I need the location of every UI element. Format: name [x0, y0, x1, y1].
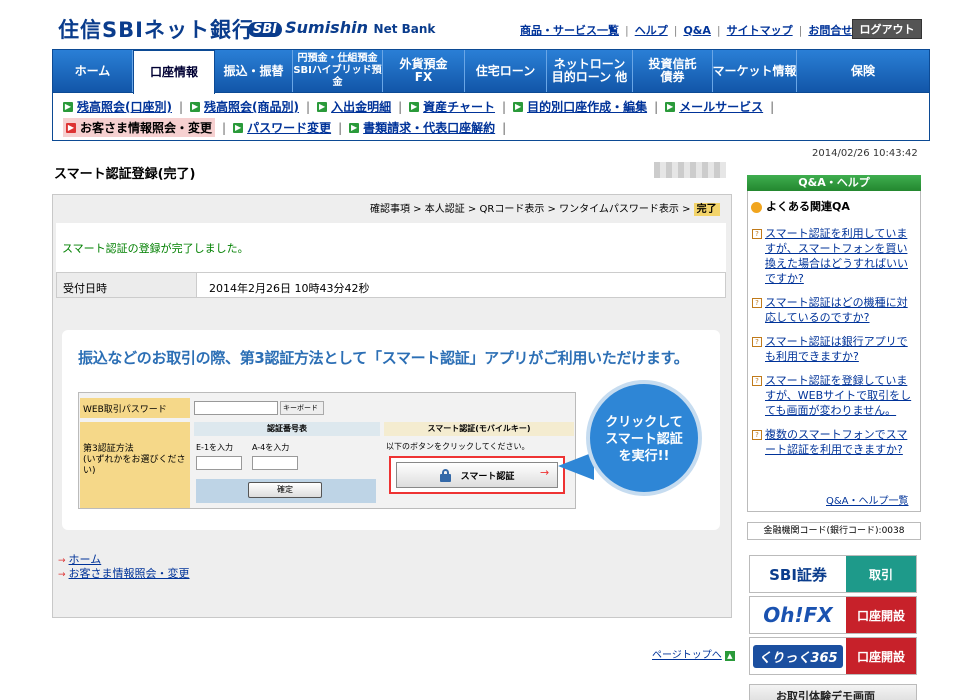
- tab-investment-trust[interactable]: 投資信託 債券: [633, 50, 713, 92]
- mock-a4-input: [252, 456, 298, 470]
- mock-confirm-button: 確定: [248, 482, 322, 498]
- tab-insurance[interactable]: 保険: [797, 50, 929, 92]
- bank-logo-english: SBI Sumishin Net Bank: [248, 18, 435, 40]
- promo-headline: 振込などのお取引の際、第3認証方法として「スマート認証」アプリがご利用いただけま…: [78, 349, 689, 367]
- qa-all-link[interactable]: Q&A・ヘルプ一覧: [826, 492, 909, 507]
- mock-smart-auth-button: スマート認証: [396, 462, 558, 488]
- sbi-mark: SBI: [248, 22, 283, 37]
- subnav-password-change[interactable]: ▶ パスワード変更: [233, 119, 331, 136]
- tab-home[interactable]: ホーム: [53, 50, 133, 92]
- arrow-icon: ▶: [63, 101, 73, 112]
- qa-title: よくある関連QA: [751, 198, 850, 214]
- qa-item[interactable]: ? スマート認証はどの機種に対応しているのですか?: [752, 295, 918, 325]
- banner-click365[interactable]: くりっく365 口座開設: [749, 637, 917, 675]
- link-contact[interactable]: お問合せ: [808, 24, 852, 37]
- subnav-balance-account[interactable]: ▶ 残高照会(口座別): [63, 98, 172, 115]
- main-nav: ホーム 口座情報 振込・振替 円預金・仕組預金 SBIハイブリッド預金 外貨預金…: [52, 49, 930, 94]
- completion-message: スマート認証の登録が完了しました。: [62, 242, 249, 255]
- question-icon: ?: [752, 376, 762, 386]
- mock-code-table-header: 認証番号表: [194, 422, 380, 436]
- mock-keyboard-button: キーボード: [280, 401, 324, 415]
- bank-code: 金融機関コード(銀行コード):0038: [747, 522, 921, 540]
- arrow-icon: ▶: [409, 101, 420, 112]
- mock-e1-input: [196, 456, 242, 470]
- arrow-icon: ▶: [66, 122, 76, 133]
- question-icon: ?: [752, 229, 762, 239]
- mock-e1-label: E-1を入力: [196, 443, 234, 452]
- bank-logo[interactable]: 住信SBIネット銀行: [58, 14, 254, 44]
- page-top-link[interactable]: ページトップへ ▲: [652, 646, 735, 661]
- top-links: 商品・サービス一覧 | ヘルプ | Q&A | サイトマップ | お問合せ: [520, 24, 853, 37]
- arrow-icon: ▶: [190, 101, 201, 112]
- arrow-icon: ▶: [317, 101, 328, 112]
- mock-a4-label: A-4を入力: [252, 443, 290, 452]
- receipt-row: 受付日時 2014年2月26日 10時43分42秒: [56, 272, 726, 298]
- question-icon: ?: [752, 430, 762, 440]
- chevron-right-icon: →: [540, 466, 550, 479]
- mock-password-input: [194, 401, 278, 415]
- tab-market-info[interactable]: マーケット情報: [713, 50, 797, 92]
- arrow-icon: ▶: [349, 122, 360, 133]
- arrow-right-icon: →: [58, 570, 66, 580]
- link-qa[interactable]: Q&A: [683, 24, 710, 37]
- footer-link-profile[interactable]: → お客さま情報照会・変更: [58, 565, 190, 581]
- mock-third-auth-label: 第3認証方法 (いずれかをお選びください): [80, 422, 190, 508]
- page-title: スマート認証登録(完了): [54, 167, 196, 182]
- subnav-purpose-account[interactable]: ▶ 目的別口座作成・編集: [513, 98, 647, 115]
- subnav-asset-chart[interactable]: ▶ 資産チャート: [409, 98, 495, 115]
- link-products[interactable]: 商品・サービス一覧: [520, 24, 619, 37]
- link-sitemap[interactable]: サイトマップ: [727, 24, 793, 37]
- step-current: 完了: [693, 203, 720, 216]
- banner-demo[interactable]: お取引体験デモ画面: [749, 684, 917, 700]
- subnav-document-request[interactable]: ▶ 書類請求・代表口座解約: [349, 119, 495, 136]
- tab-foreign-deposit[interactable]: 外貨預金 FX: [383, 50, 465, 92]
- tab-account-info[interactable]: 口座情報: [133, 50, 215, 94]
- receipt-label: 受付日時: [57, 273, 197, 297]
- logo-netbank: Net Bank: [373, 22, 436, 36]
- arrow-up-icon: ▲: [724, 651, 735, 661]
- banner-oh-fx[interactable]: Oh!FX 口座開設: [749, 596, 917, 634]
- qa-help-header: Q&A・ヘルプ: [747, 175, 921, 191]
- qa-item[interactable]: ? スマート認証は銀行アプリでも利用できますか?: [752, 334, 918, 364]
- mock-smart-auth-desc: 以下のボタンをクリックしてください。: [386, 442, 530, 451]
- arrow-icon: ▶: [665, 101, 676, 112]
- lock-icon: [439, 468, 451, 482]
- promo-bubble: クリックして スマート認証 を実行!!: [586, 380, 702, 496]
- logo-sumishin: Sumishin: [285, 18, 368, 37]
- subnav-balance-product[interactable]: ▶ 残高照会(商品別): [190, 98, 299, 115]
- mock-password-label: WEB取引パスワード: [80, 398, 190, 418]
- tab-yen-deposit[interactable]: 円預金・仕組預金 SBIハイブリッド預金: [293, 50, 383, 92]
- tab-net-loan[interactable]: ネットローン 目的ローン 他: [547, 50, 633, 92]
- qa-item[interactable]: ? スマート認証を登録していますが、WEBサイトで取引をしても画面が変わりません。: [752, 373, 918, 418]
- blurred-user-name: [654, 162, 726, 178]
- arrow-icon: ▶: [233, 122, 244, 133]
- banner-sbi-securities[interactable]: SBI証券 取引: [749, 555, 917, 593]
- sub-nav: ▶ 残高照会(口座別) | ▶ 残高照会(商品別) | ▶ 入出金明細 | ▶ 資産チャート |…: [52, 93, 930, 141]
- bulb-icon: [751, 201, 762, 213]
- receipt-value: 2014年2月26日 10時43分42秒: [209, 282, 370, 295]
- subnav-statement[interactable]: ▶ 入出金明細: [317, 98, 391, 115]
- qa-item[interactable]: ? スマート認証を利用していますが、スマートフォンを買い換えた場合はどうすればいい…: [752, 226, 918, 286]
- timestamp: 2014/02/26 10:43:42: [812, 148, 918, 159]
- arrow-icon: ▶: [513, 101, 524, 112]
- link-help[interactable]: ヘルプ: [635, 24, 668, 37]
- subnav-mail-service[interactable]: ▶ メールサービス: [665, 98, 763, 115]
- tab-housing-loan[interactable]: 住宅ローン: [465, 50, 547, 92]
- qa-item[interactable]: ? 複数のスマートフォンでスマート認証を利用できますか?: [752, 427, 918, 457]
- breadcrumb-steps: 確認事項 > 本人認証 > QRコード表示 > ワンタイムパスワード表示 > 完…: [370, 200, 720, 216]
- question-icon: ?: [752, 298, 762, 308]
- tab-transfer[interactable]: 振込・振替: [215, 50, 293, 92]
- logout-button[interactable]: ログアウト: [852, 19, 922, 39]
- question-icon: ?: [752, 337, 762, 347]
- subnav-customer-info[interactable]: ▶ お客さま情報照会・変更: [63, 118, 216, 137]
- mock-smart-auth-header: スマート認証(モバイルキー): [384, 422, 574, 436]
